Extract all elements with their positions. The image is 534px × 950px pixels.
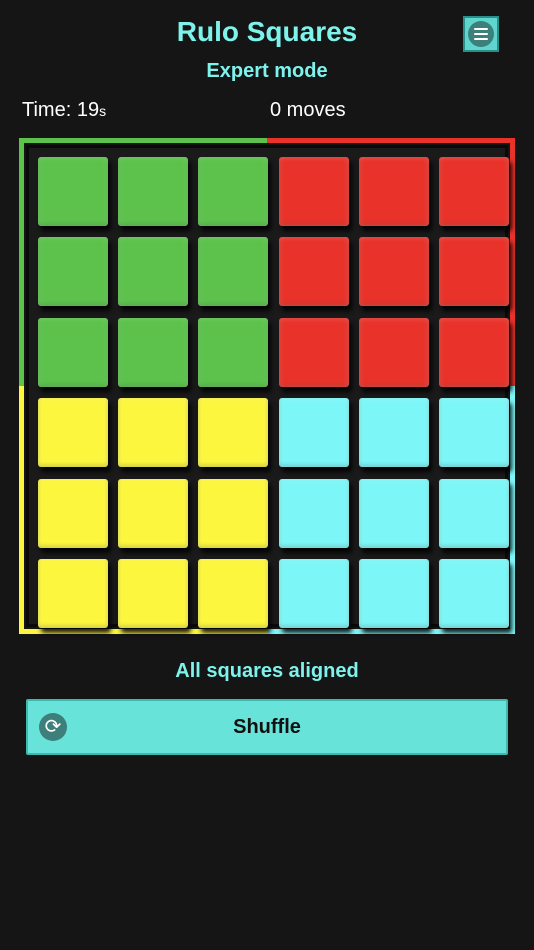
tile-r1-c3[interactable] — [198, 157, 269, 226]
tile-r1-c6[interactable] — [439, 157, 509, 226]
tile-r4-c5[interactable] — [358, 398, 429, 468]
shuffle-button[interactable]: ⟳ Shuffle — [26, 699, 508, 755]
tile-r4-c6[interactable] — [439, 398, 509, 468]
tile-r2-c5[interactable] — [358, 237, 429, 307]
shuffle-button-label: Shuffle — [233, 716, 301, 738]
tile-r5-c4[interactable] — [278, 478, 349, 548]
tile-grid — [26, 145, 509, 628]
tile-r6-c1[interactable] — [38, 559, 108, 628]
tile-r6-c5[interactable] — [358, 559, 429, 628]
menu-button[interactable] — [463, 16, 499, 52]
tile-r2-c2[interactable] — [118, 237, 189, 307]
tile-r5-c6[interactable] — [439, 478, 509, 548]
tile-r6-c3[interactable] — [198, 559, 269, 628]
tile-r6-c4[interactable] — [278, 559, 349, 628]
tile-r1-c1[interactable] — [38, 157, 108, 226]
tile-r2-c4[interactable] — [278, 237, 349, 307]
timer-value: Time: 19 — [22, 99, 100, 121]
timer-display: Time: 19s — [22, 99, 106, 122]
tile-r3-c6[interactable] — [439, 317, 509, 387]
tile-r4-c2[interactable] — [118, 398, 189, 468]
tile-r3-c1[interactable] — [38, 317, 108, 387]
hamburger-menu-icon — [468, 21, 494, 47]
moves-counter: 0 moves — [270, 99, 346, 121]
tile-r2-c3[interactable] — [198, 237, 269, 307]
tile-r1-c2[interactable] — [118, 157, 189, 226]
tile-r4-c4[interactable] — [278, 398, 349, 468]
tile-r3-c2[interactable] — [118, 317, 189, 387]
game-board — [19, 138, 515, 634]
tile-r1-c4[interactable] — [278, 157, 349, 226]
tile-r5-c5[interactable] — [358, 478, 429, 548]
status-message: All squares aligned — [175, 660, 359, 682]
tile-r6-c6[interactable] — [439, 559, 509, 628]
tile-r3-c4[interactable] — [278, 317, 349, 387]
timer-unit: s — [99, 103, 107, 119]
tile-r4-c1[interactable] — [38, 398, 108, 468]
tile-r5-c3[interactable] — [198, 478, 269, 548]
tile-r1-c5[interactable] — [358, 157, 429, 226]
tile-r5-c2[interactable] — [118, 478, 189, 548]
game-title: Rulo Squares — [176, 16, 358, 47]
tile-r4-c3[interactable] — [198, 398, 269, 468]
tile-r5-c1[interactable] — [38, 478, 108, 548]
game-mode-label: Expert mode — [206, 60, 328, 82]
tile-r3-c3[interactable] — [198, 317, 269, 387]
tile-r6-c2[interactable] — [118, 559, 189, 628]
tile-r3-c5[interactable] — [358, 317, 429, 387]
tile-r2-c1[interactable] — [38, 237, 108, 307]
tile-r2-c6[interactable] — [439, 237, 509, 307]
